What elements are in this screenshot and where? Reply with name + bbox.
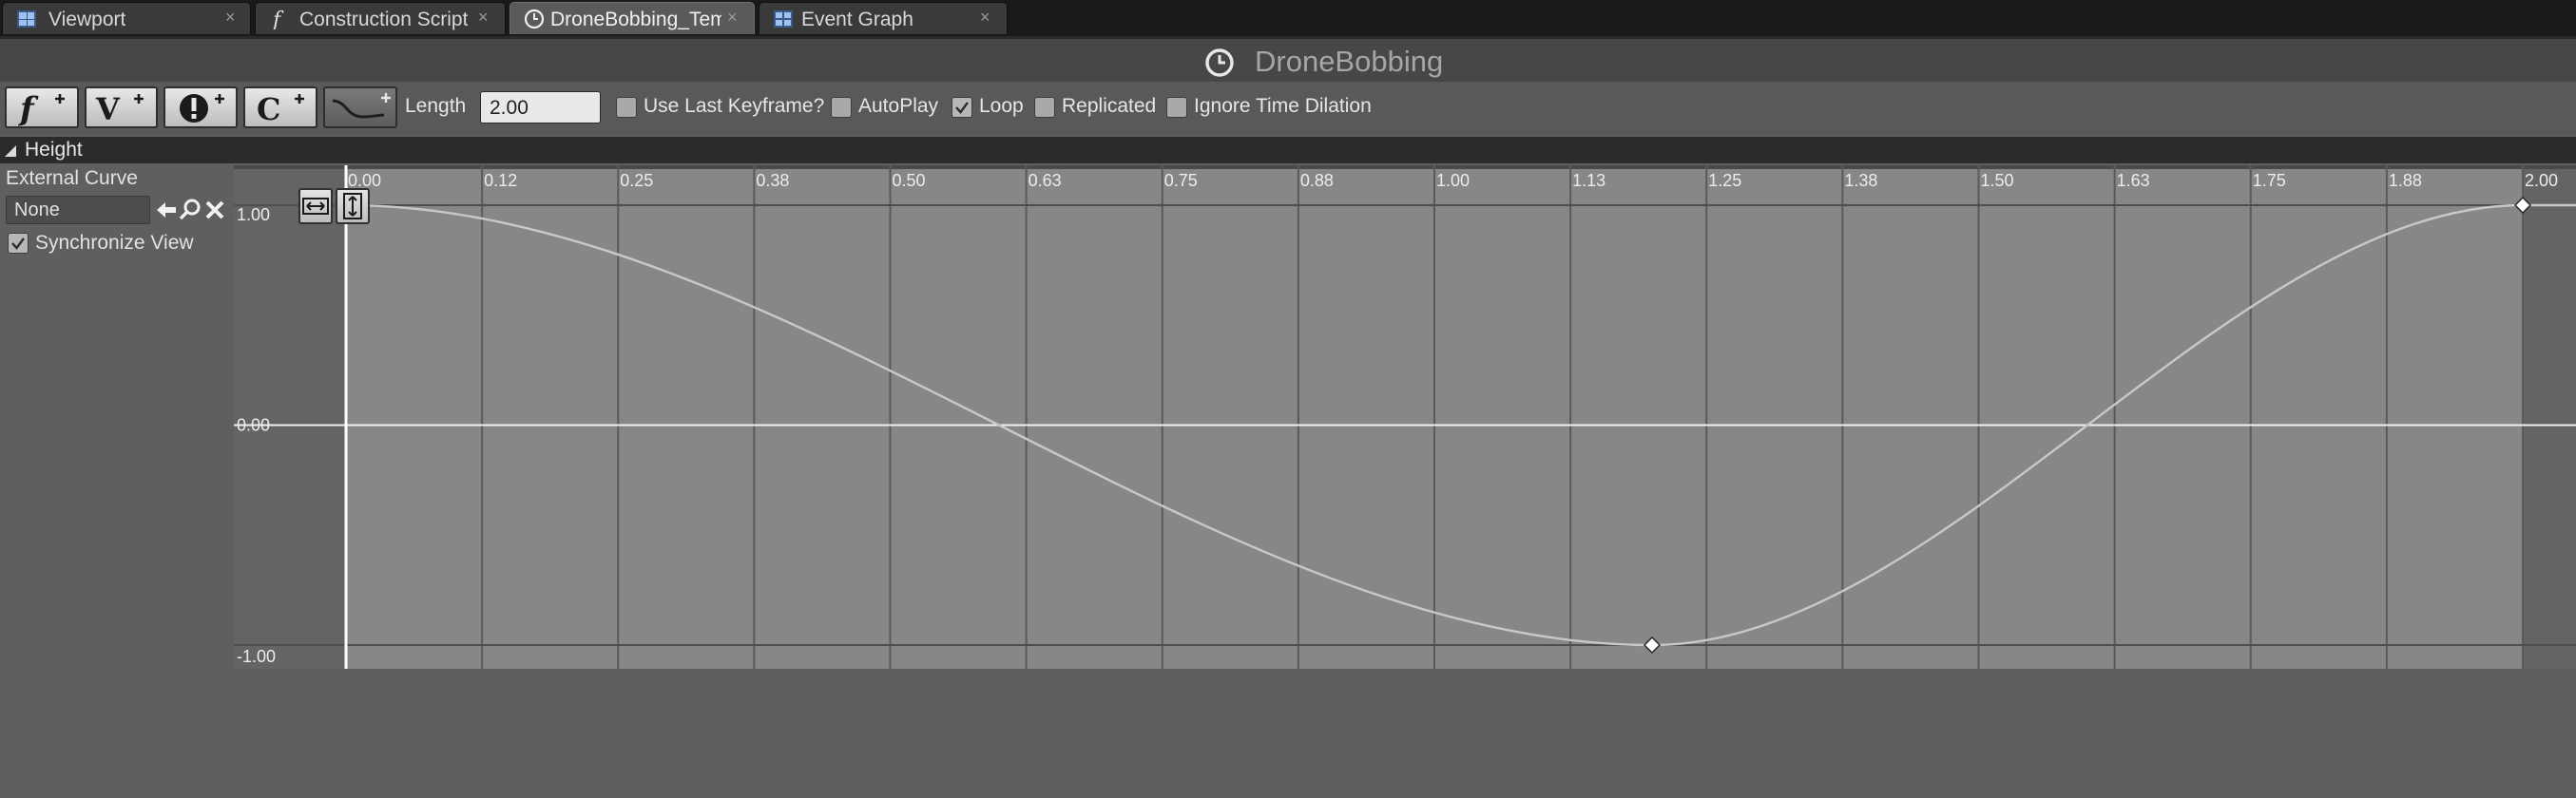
- tab-timeline[interactable]: DroneBobbing_Tem ×: [509, 2, 755, 34]
- ignore-time-dilation-label: Ignore Time Dilation: [1194, 95, 1372, 117]
- add-event-track-icon: [180, 94, 224, 123]
- graph-icon: [774, 10, 793, 28]
- editor-tab-strip: Viewport × f Construction Script × Drone…: [0, 0, 2576, 36]
- timeline-toolbar: f V C Length 2.00 Use Last Keyframe? Aut…: [0, 82, 2576, 135]
- time-tick-label: 1.38: [1844, 171, 1877, 190]
- ignore-time-dilation-checkbox[interactable]: [1166, 97, 1187, 118]
- time-tick-label: 0.63: [1028, 171, 1062, 190]
- tab-event-graph[interactable]: Event Graph ×: [759, 2, 1008, 34]
- value-tick-label: -1.00: [237, 647, 276, 666]
- length-input[interactable]: 2.00: [480, 91, 601, 124]
- svg-text:V: V: [95, 91, 121, 126]
- time-tick-label: 1.00: [1436, 171, 1470, 190]
- use-last-keyframe-label: Use Last Keyframe?: [644, 95, 825, 117]
- add-color-track-button[interactable]: C: [243, 86, 317, 128]
- time-tick-label: 1.63: [2117, 171, 2150, 190]
- time-tick-label: 1.13: [1572, 171, 1605, 190]
- time-tick-label: 0.25: [620, 171, 653, 190]
- add-color-track-icon: C: [257, 91, 304, 126]
- add-event-track-button[interactable]: [163, 86, 238, 128]
- time-tick-label: 1.25: [1708, 171, 1741, 190]
- tab-label: Construction Script: [299, 9, 469, 30]
- use-last-keyframe-checkbox[interactable]: [616, 97, 637, 118]
- time-tick-label: 0.88: [1300, 171, 1334, 190]
- time-tick-label: 0.12: [484, 171, 517, 190]
- svg-text:C: C: [257, 91, 280, 126]
- value-tick-label: 1.00: [237, 205, 270, 224]
- curve-editor[interactable]: 0.00 0.12 0.25 0.38 0.50 0.63 0.75 0.88 1.00 1.13…: [234, 165, 2576, 669]
- tab-viewport[interactable]: Viewport ×: [2, 2, 251, 34]
- replicated-label: Replicated: [1062, 95, 1157, 117]
- time-tick-label: 0.38: [756, 171, 789, 190]
- autoplay-label: AutoPlay: [858, 95, 939, 117]
- replicated-checkbox[interactable]: [1034, 97, 1055, 118]
- checkmark-icon: [955, 102, 969, 114]
- track-name: Height: [25, 139, 83, 161]
- add-vector-track-icon: V: [95, 91, 144, 126]
- tab-label: DroneBobbing_Tem: [550, 9, 721, 30]
- timeline-title: DroneBobbing: [1255, 45, 1444, 78]
- autoplay-checkbox[interactable]: [831, 97, 852, 118]
- add-float-track-icon: f: [18, 90, 65, 126]
- fit-horizontal-button[interactable]: [298, 188, 333, 224]
- add-external-curve-icon: [332, 93, 391, 119]
- timeline-title-bar: DroneBobbing: [0, 36, 2576, 82]
- loop-checkbox[interactable]: [952, 97, 972, 118]
- collapse-arrow-icon[interactable]: [5, 145, 16, 157]
- clear-x-icon[interactable]: [202, 198, 227, 222]
- external-curve-label: External Curve: [6, 167, 138, 189]
- browse-search-icon[interactable]: [178, 198, 202, 222]
- svg-text:f: f: [18, 90, 39, 126]
- svg-text:f: f: [271, 9, 284, 29]
- viewport-icon: [17, 10, 36, 28]
- use-selected-arrow-icon[interactable]: [154, 198, 179, 222]
- length-label: Length: [405, 95, 467, 117]
- time-tick-label: 2.00: [2525, 171, 2558, 190]
- time-tick-label: 0.75: [1164, 171, 1198, 190]
- function-icon: f: [271, 9, 284, 29]
- track-header[interactable]: Height: [0, 137, 2576, 163]
- external-curve-picker[interactable]: None: [6, 196, 150, 224]
- time-tick-label: 0.00: [348, 171, 381, 190]
- tab-construction-script[interactable]: f Construction Script ×: [255, 2, 506, 34]
- time-tick-label: 1.75: [2253, 171, 2286, 190]
- add-vector-track-button[interactable]: V: [85, 86, 158, 128]
- close-icon[interactable]: ×: [225, 8, 236, 28]
- tab-label: Viewport: [48, 9, 126, 30]
- clock-icon: [1205, 48, 1234, 77]
- time-tick-label: 1.50: [1981, 171, 2014, 190]
- add-float-track-button[interactable]: f: [5, 86, 79, 128]
- fit-vertical-button[interactable]: [336, 188, 370, 224]
- value-tick-label: 0.00: [237, 416, 270, 435]
- close-icon[interactable]: ×: [980, 8, 990, 28]
- loop-label: Loop: [979, 95, 1024, 117]
- graph-top-edge: [234, 165, 2576, 169]
- curve-graph-canvas[interactable]: 0.00 0.12 0.25 0.38 0.50 0.63 0.75 0.88 1.00 1.13…: [234, 165, 2576, 669]
- add-external-curve-button[interactable]: [323, 86, 397, 128]
- synchronize-view-label: Synchronize View: [35, 232, 194, 254]
- fit-vertical-icon: [343, 193, 362, 219]
- timeline-clock-icon: [524, 9, 545, 29]
- fit-horizontal-icon: [302, 198, 329, 215]
- close-icon[interactable]: ×: [727, 8, 738, 28]
- synchronize-view-checkbox[interactable]: [8, 233, 29, 254]
- time-tick-label: 1.88: [2389, 171, 2422, 190]
- tab-label: Event Graph: [801, 9, 913, 30]
- close-icon[interactable]: ×: [478, 8, 489, 28]
- time-tick-label: 0.50: [893, 171, 926, 190]
- checkmark-icon: [11, 238, 25, 250]
